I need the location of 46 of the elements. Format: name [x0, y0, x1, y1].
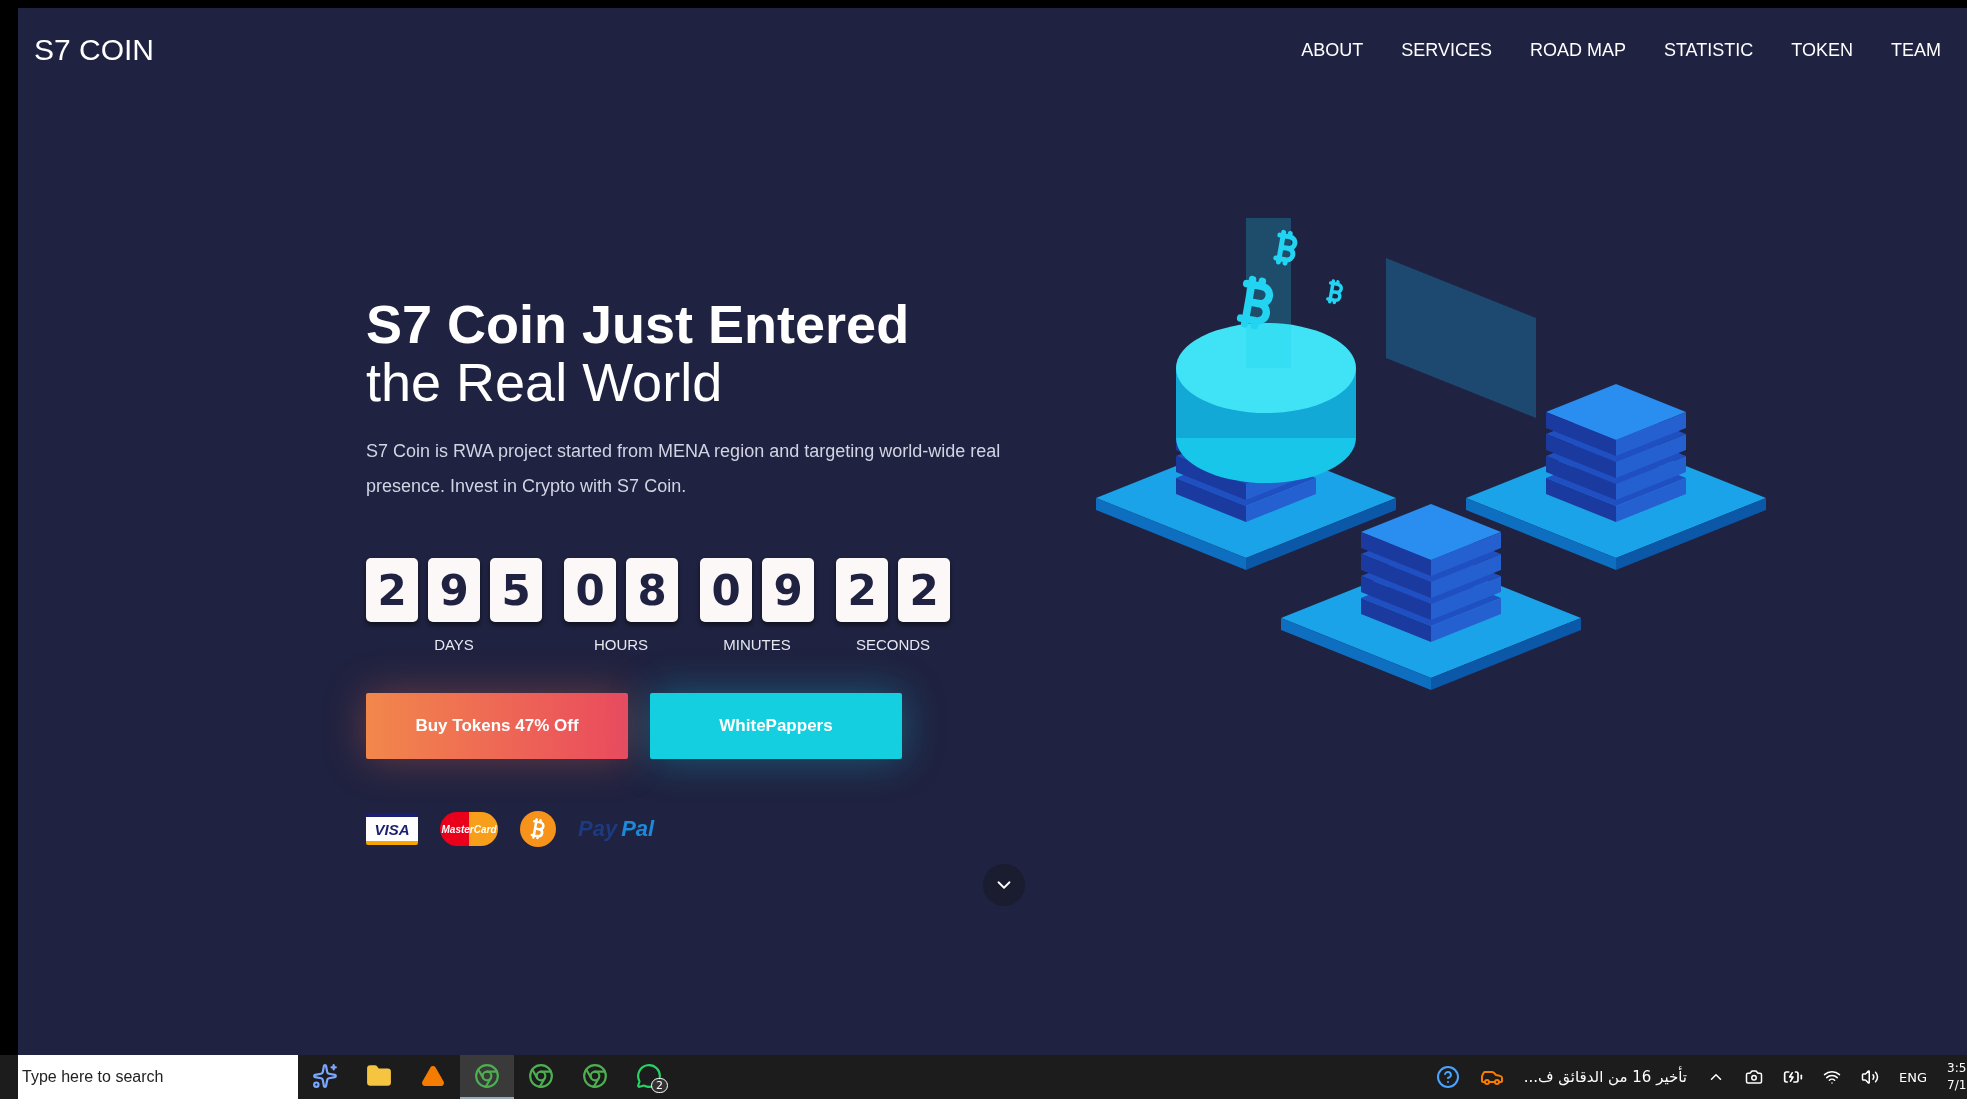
visa-logo: VISA [366, 813, 418, 846]
chat-icon[interactable] [636, 1063, 662, 1089]
countdown-digit: 9 [762, 558, 814, 623]
bitcoin-icon [1327, 281, 1342, 303]
help-icon[interactable] [1435, 1065, 1460, 1089]
countdown-label: DAYS [434, 636, 474, 654]
volume-icon[interactable] [1861, 1068, 1879, 1086]
bitcoin-icon [1275, 232, 1295, 264]
wifi-icon[interactable] [1823, 1068, 1841, 1086]
countdown-label: MINUTES [723, 636, 791, 654]
search-field[interactable]: Type here to search [18, 1055, 298, 1099]
clock[interactable]: 3:5 7/1 [1947, 1060, 1967, 1094]
countdown-digit: 8 [626, 558, 678, 623]
notification-badge: 2 [651, 1078, 668, 1093]
countdown-label: SECONDS [855, 636, 931, 654]
countdown-digit: 2 [366, 558, 418, 623]
countdown-digit: 2 [836, 558, 888, 623]
nav-link[interactable]: STATISTIC [1663, 39, 1754, 61]
countdown-digit: 0 [700, 558, 752, 623]
countdown-digit: 0 [564, 558, 616, 623]
paypal-logo: Pay Pal [578, 816, 655, 843]
browser-icon[interactable] [582, 1063, 608, 1089]
nav-link[interactable]: TEAM [1891, 39, 1941, 61]
sparkle-icon[interactable] [312, 1063, 338, 1089]
browser-icon[interactable] [474, 1063, 500, 1089]
folder-icon[interactable] [366, 1063, 392, 1089]
nav-link[interactable]: SERVICES [1401, 39, 1492, 61]
mastercard-logo: MasterCard [440, 812, 498, 847]
site-logo[interactable]: S7 COIN [34, 33, 155, 67]
hero-description: S7 Coin is RWA project started from MENA region and targeting world-wide real presence. Invest in Crypto with S7 Coin. [366, 440, 1002, 499]
countdown-digit: 5 [490, 558, 542, 623]
nav-link[interactable]: ABOUT [1301, 39, 1364, 61]
bitcoin-icon [520, 811, 556, 848]
countdown-digit: 9 [428, 558, 480, 623]
countdown-label: HOURS [593, 636, 649, 654]
camera-icon[interactable] [1745, 1068, 1763, 1086]
hero-subtitle: the Real World [366, 352, 724, 413]
language-indicator[interactable]: ENG [1899, 1069, 1927, 1085]
countdown-digit: 2 [898, 558, 950, 623]
notification-text: تأخير 16 من الدقائق ف... [1523, 1068, 1687, 1086]
browser-icon[interactable] [528, 1063, 554, 1089]
scroll-down-button[interactable] [983, 864, 1025, 906]
nav-link[interactable]: ROAD MAP [1529, 39, 1626, 61]
nav-link[interactable]: TOKEN [1791, 39, 1853, 61]
hero-title: S7 Coin Just Entered [366, 296, 911, 353]
cone-icon[interactable] [421, 1064, 445, 1088]
